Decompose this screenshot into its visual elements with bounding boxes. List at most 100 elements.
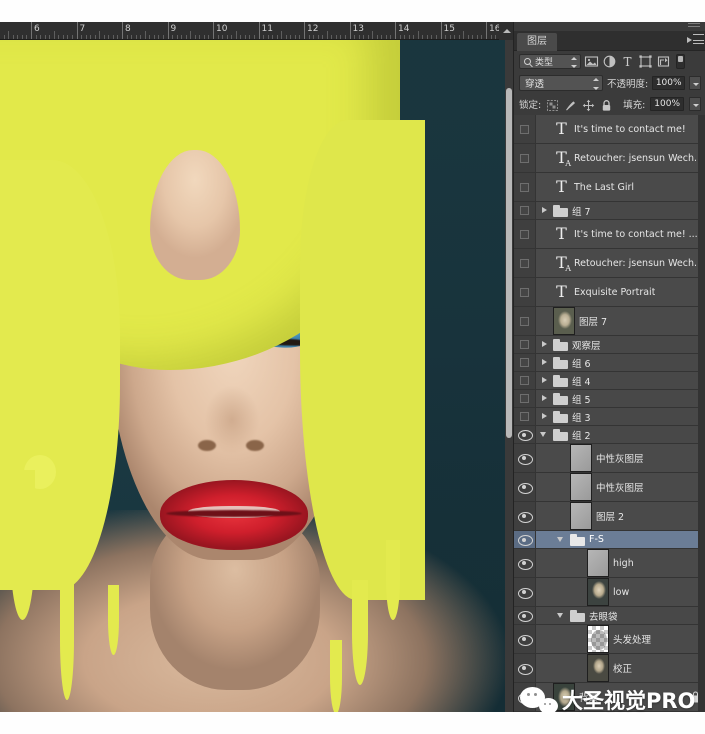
horizontal-ruler[interactable]: 67891011121314151617	[0, 22, 513, 40]
layer-visibility-checkbox[interactable]	[514, 220, 536, 248]
layer-visibility-eye-icon[interactable]	[514, 654, 536, 682]
canvas-scrollbar-thumb[interactable]	[506, 88, 512, 438]
layer-row-body[interactable]: TIt's time to contact me!	[536, 119, 705, 139]
layer-row-body[interactable]: TRetoucher: jsensun Wech...	[536, 253, 705, 273]
layer-row[interactable]: high	[514, 549, 705, 578]
collapse-arrow-icon[interactable]	[503, 29, 511, 33]
layer-row-body[interactable]: 头发处理	[536, 625, 705, 653]
canvas-vertical-scrollbar[interactable]	[505, 40, 513, 712]
filter-kind-select[interactable]: 类型	[519, 54, 581, 69]
layer-row[interactable]: TExquisite Portrait	[514, 278, 705, 307]
layer-visibility-checkbox[interactable]	[514, 372, 536, 389]
layer-row-body[interactable]: 组 6	[536, 356, 705, 370]
group-expand-arrow-icon[interactable]	[540, 394, 549, 403]
layer-row-body[interactable]: 背景	[536, 683, 705, 711]
layer-row[interactable]: 组 6	[514, 354, 705, 372]
layer-list[interactable]: TIt's time to contact me! TRetoucher: jse…	[514, 115, 705, 712]
opacity-input[interactable]: 100%	[652, 76, 685, 90]
layer-row[interactable]: TRetoucher: jsensun Wech...	[514, 144, 705, 173]
stepper-icon[interactable]	[593, 78, 599, 90]
layer-visibility-checkbox[interactable]	[514, 249, 536, 277]
layer-row-body[interactable]: 图层 7	[536, 307, 705, 335]
group-expand-arrow-icon[interactable]	[540, 412, 549, 421]
layer-visibility-eye-icon[interactable]	[514, 549, 536, 577]
layer-visibility-eye-icon[interactable]	[514, 625, 536, 653]
group-collapse-arrow-icon[interactable]	[557, 535, 566, 544]
layer-row-body[interactable]: 观察层	[536, 338, 705, 352]
tab-layers[interactable]: 图层	[517, 33, 557, 51]
layer-row[interactable]: 图层 7	[514, 307, 705, 336]
layer-visibility-checkbox[interactable]	[514, 307, 536, 335]
group-expand-arrow-icon[interactable]	[540, 340, 549, 349]
layer-row-body[interactable]: 组 7	[536, 204, 705, 218]
layer-row[interactable]: 组 5	[514, 390, 705, 408]
layer-visibility-checkbox[interactable]	[514, 278, 536, 306]
layer-row[interactable]: low	[514, 578, 705, 607]
layer-row[interactable]: TIt's time to contact me!	[514, 115, 705, 144]
layer-visibility-eye-icon[interactable]	[514, 502, 536, 530]
layer-row-body[interactable]: 组 4	[536, 374, 705, 388]
adjustment-layer-filter-icon[interactable]	[602, 54, 617, 69]
layer-row[interactable]: 组 4	[514, 372, 705, 390]
layer-row[interactable]: 中性灰图层	[514, 473, 705, 502]
type-layer-filter-icon[interactable]: T	[620, 54, 635, 69]
lock-position-icon[interactable]	[582, 97, 595, 110]
layer-row[interactable]: 头发处理	[514, 625, 705, 654]
layer-row-body[interactable]: TRetoucher: jsensun Wech...	[536, 148, 705, 168]
layer-row-body[interactable]: 组 2	[536, 428, 705, 442]
fill-slider-button[interactable]	[689, 97, 701, 111]
shape-layer-filter-icon[interactable]	[638, 54, 653, 69]
layers-panel-scrollbar[interactable]	[698, 115, 705, 712]
layer-row-body[interactable]: 图层 2	[536, 502, 705, 530]
group-expand-arrow-icon[interactable]	[540, 358, 549, 367]
group-expand-arrow-icon[interactable]	[540, 206, 549, 215]
layer-row-body[interactable]: 去眼袋	[536, 609, 705, 623]
layer-row-body[interactable]: 组 5	[536, 392, 705, 406]
layer-row[interactable]: TThe Last Girl	[514, 173, 705, 202]
layer-visibility-eye-icon[interactable]	[514, 578, 536, 606]
group-collapse-arrow-icon[interactable]	[557, 611, 566, 620]
lock-all-icon[interactable]	[600, 97, 613, 110]
layer-row-body[interactable]: TThe Last Girl	[536, 177, 705, 197]
layer-visibility-eye-icon[interactable]	[514, 683, 536, 711]
layer-row-body[interactable]: TIt's time to contact me! ...	[536, 224, 705, 244]
layer-row-body[interactable]: 中性灰图层	[536, 473, 705, 501]
layer-visibility-checkbox[interactable]	[514, 390, 536, 407]
lock-transparent-pixels-icon[interactable]	[546, 97, 559, 110]
smart-object-filter-icon[interactable]	[656, 54, 671, 69]
layer-row-body[interactable]: 校正	[536, 654, 705, 682]
layer-row-body[interactable]: high	[536, 549, 705, 577]
layer-visibility-checkbox[interactable]	[514, 336, 536, 353]
layer-visibility-eye-icon[interactable]	[514, 426, 536, 443]
filter-enable-toggle[interactable]	[676, 54, 685, 69]
group-expand-arrow-icon[interactable]	[540, 376, 549, 385]
layer-row[interactable]: 校正	[514, 654, 705, 683]
blend-mode-select[interactable]: 穿透	[519, 75, 603, 91]
layer-row-body[interactable]: 组 3	[536, 410, 705, 424]
layer-row[interactable]: 中性灰图层	[514, 444, 705, 473]
layer-row[interactable]: 图层 2	[514, 502, 705, 531]
layer-visibility-checkbox[interactable]	[514, 202, 536, 219]
opacity-slider-button[interactable]	[689, 76, 701, 90]
layer-row-body[interactable]: 中性灰图层	[536, 444, 705, 472]
layer-row[interactable]: TRetoucher: jsensun Wech...	[514, 249, 705, 278]
layer-row[interactable]: TIt's time to contact me! ...	[514, 220, 705, 249]
layer-row[interactable]: 观察层	[514, 336, 705, 354]
layer-visibility-checkbox[interactable]	[514, 408, 536, 425]
stepper-icon[interactable]	[571, 57, 577, 68]
layer-row[interactable]: 背景	[514, 683, 705, 712]
canvas-viewport[interactable]	[0, 40, 505, 712]
group-collapse-arrow-icon[interactable]	[540, 430, 549, 439]
fill-input[interactable]: 100%	[650, 97, 684, 111]
layer-row[interactable]: F-S	[514, 531, 705, 549]
layer-visibility-checkbox[interactable]	[514, 144, 536, 172]
layer-visibility-checkbox[interactable]	[514, 354, 536, 371]
layer-row[interactable]: 去眼袋	[514, 607, 705, 625]
layer-row-body[interactable]: F-S	[536, 534, 705, 546]
layer-visibility-checkbox[interactable]	[514, 173, 536, 201]
lock-image-pixels-icon[interactable]	[564, 97, 577, 110]
panel-drag-bar[interactable]	[514, 22, 705, 31]
pixel-layer-filter-icon[interactable]	[584, 54, 599, 69]
panel-menu-icon[interactable]	[687, 34, 701, 46]
layer-visibility-eye-icon[interactable]	[514, 444, 536, 472]
